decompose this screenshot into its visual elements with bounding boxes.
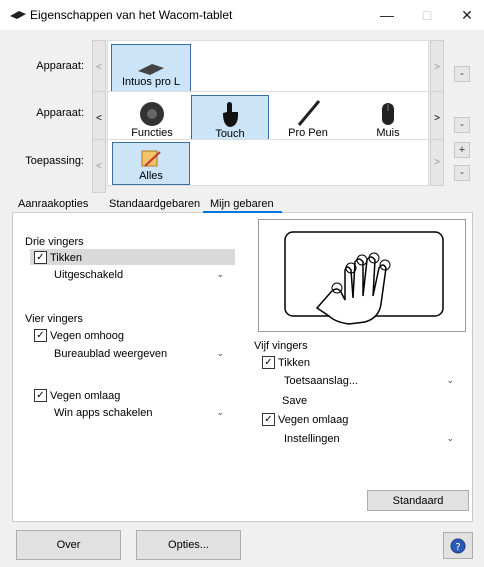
gesture-preview [258,219,466,332]
five-down-checkbox[interactable]: ✓ Vegen omlaag [262,413,348,426]
application-tile-label: Alles [139,170,163,182]
five-save-text: Save [282,395,308,407]
tool-prev-button[interactable]: < [92,91,106,145]
tab-my-gestures[interactable]: Mijn gebaren [210,198,274,210]
chevron-down-icon: ⌄ [216,407,224,417]
application-tile-all[interactable]: Alles [112,142,190,185]
four-down-dropdown[interactable]: Win apps schakelen ⌄ [48,404,230,422]
five-fingers-title: Vijf vingers [254,340,308,352]
tool-remove-button[interactable]: - [454,117,470,133]
app-next-button[interactable]: > [430,139,444,186]
express-keys-icon [140,102,164,126]
default-button[interactable]: Standaard [367,490,469,511]
checkbox-checked-icon: ✓ [262,356,275,369]
all-applications-icon [141,150,161,167]
tab-strip: Aanraakopties Standaardgebaren Mijn geba… [12,195,473,213]
tab-touch-options[interactable]: Aanraakopties [18,198,88,210]
checkbox-checked-icon: ✓ [34,251,47,264]
three-tap-value: Uitgeschakeld [54,269,124,281]
five-tap-value: Toetsaanslag... [284,375,358,387]
tool-next-button[interactable]: > [430,91,444,145]
five-down-dropdown[interactable]: Instellingen ⌄ [278,430,460,448]
four-fingers-title: Vier vingers [25,313,83,325]
four-up-value: Bureaublad weergeven [54,348,168,360]
checkbox-checked-icon: ✓ [34,389,47,402]
chevron-down-icon: ⌄ [216,269,224,279]
four-up-checkbox[interactable]: ✓ Vegen omhoog [34,329,124,342]
application-strip: Alles [107,139,429,186]
tab-standard-gestures[interactable]: Standaardgebaren [109,198,200,210]
chevron-down-icon: ⌄ [446,433,454,443]
five-finger-gesture-illustration [284,231,444,325]
device-strip: Intuos pro L [107,40,429,94]
help-icon: ? [450,538,466,553]
five-tap-dropdown[interactable]: Toetsaanslag... ⌄ [278,372,460,390]
device-prev-button[interactable]: < [92,40,106,94]
four-down-label: Vegen omlaag [50,389,121,402]
five-down-label: Vegen omlaag [278,413,349,426]
tablet-icon [10,11,26,19]
app-remove-button[interactable]: - [454,165,470,181]
tool-label: Apparaat: [36,107,84,119]
three-tap-label: Tikken [50,251,82,264]
tool-tile-pen[interactable]: Pro Pen [270,95,346,141]
checkbox-checked-icon: ✓ [34,329,47,342]
tool-strip: Functies Touch Pro Pen Muis [107,91,429,145]
four-down-checkbox[interactable]: ✓ Vegen omlaag [34,389,120,402]
five-tap-checkbox[interactable]: ✓ Tikken [262,356,310,369]
title-bar: Eigenschappen van het Wacom-tablet — □ ✕ [0,0,484,30]
device-label: Apparaat: [36,60,84,72]
five-tap-label: Tikken [278,356,310,369]
about-button[interactable]: Over [16,530,121,560]
tool-tile-touch[interactable]: Touch [191,95,269,143]
tablet-device-icon [138,64,164,75]
checkbox-checked-icon: ✓ [262,413,275,426]
app-prev-button[interactable]: < [92,139,106,193]
application-label: Toepassing: [25,155,84,167]
device-next-button[interactable]: > [430,40,444,94]
app-add-button[interactable]: + [454,142,470,158]
minimize-button[interactable]: — [370,0,404,30]
four-up-dropdown[interactable]: Bureaublad weergeven ⌄ [48,345,230,363]
device-remove-button[interactable]: - [454,66,470,82]
four-up-label: Vegen omhoog [50,329,125,342]
tool-tile-functions[interactable]: Functies [114,95,190,141]
window-title: Eigenschappen van het Wacom-tablet [30,8,233,22]
pen-icon [297,100,321,126]
three-tap-dropdown[interactable]: Uitgeschakeld ⌄ [48,266,230,284]
three-tap-checkbox[interactable]: ✓ Tikken [34,251,82,264]
touch-hand-icon [223,102,238,127]
mouse-icon [382,103,394,125]
close-button[interactable]: ✕ [450,0,484,30]
options-button[interactable]: Opties... [136,530,241,560]
device-tile-label: Intuos pro L [121,76,181,88]
four-down-value: Win apps schakelen [54,407,153,419]
help-button[interactable]: ? [443,532,473,559]
device-tile[interactable]: Intuos pro L [111,44,191,92]
maximize-button[interactable]: □ [410,0,444,30]
chevron-down-icon: ⌄ [216,348,224,358]
tool-tile-mouse[interactable]: Muis [350,95,426,141]
active-tab-indicator [203,211,282,213]
three-fingers-title: Drie vingers [25,236,84,248]
five-down-value: Instellingen [284,433,340,445]
chevron-down-icon: ⌄ [446,375,454,385]
svg-text:?: ? [455,542,460,553]
